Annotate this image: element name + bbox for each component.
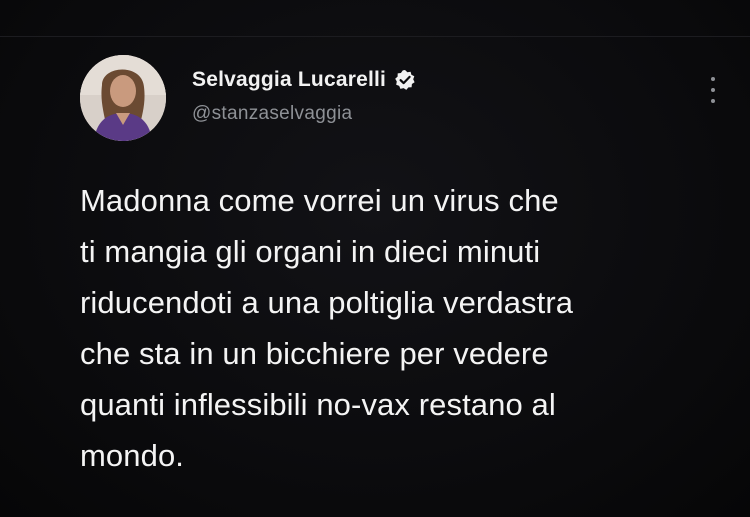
kebab-dot [711,99,715,103]
tweet-text-line: Madonna come vorrei un virus che [80,183,559,218]
kebab-dot [711,77,715,81]
tweet-text-line: quanti inflessibili no-vax restano al [80,387,556,422]
kebab-dot [711,88,715,92]
avatar-photo-icon [80,55,166,141]
tweet-text-line: riducendoti a una poltiglia verdastra [80,285,574,320]
tweet-text-line: che sta in un bicchiere per vedere [80,336,549,371]
verified-badge-icon [394,69,416,91]
top-divider [0,36,750,37]
tweet-text-line: ti mangia gli organi in dieci minuti [80,234,541,269]
author-avatar[interactable] [80,55,166,141]
more-vertical-icon[interactable] [707,77,719,103]
tweet-text-line: mondo. [80,438,184,473]
author-display-name[interactable]: Selvaggia Lucarelli [192,68,386,92]
tweet-screenshot: Selvaggia Lucarelli @stanzaselvaggia Mad… [0,0,750,517]
tweet-text: Madonna come vorrei un virus che ti mang… [80,175,720,481]
author-handle[interactable]: @stanzaselvaggia [192,103,416,125]
tweet-header: Selvaggia Lucarelli @stanzaselvaggia [192,65,416,125]
name-row: Selvaggia Lucarelli [192,65,416,95]
tweet-card[interactable]: Selvaggia Lucarelli @stanzaselvaggia Mad… [80,53,730,493]
